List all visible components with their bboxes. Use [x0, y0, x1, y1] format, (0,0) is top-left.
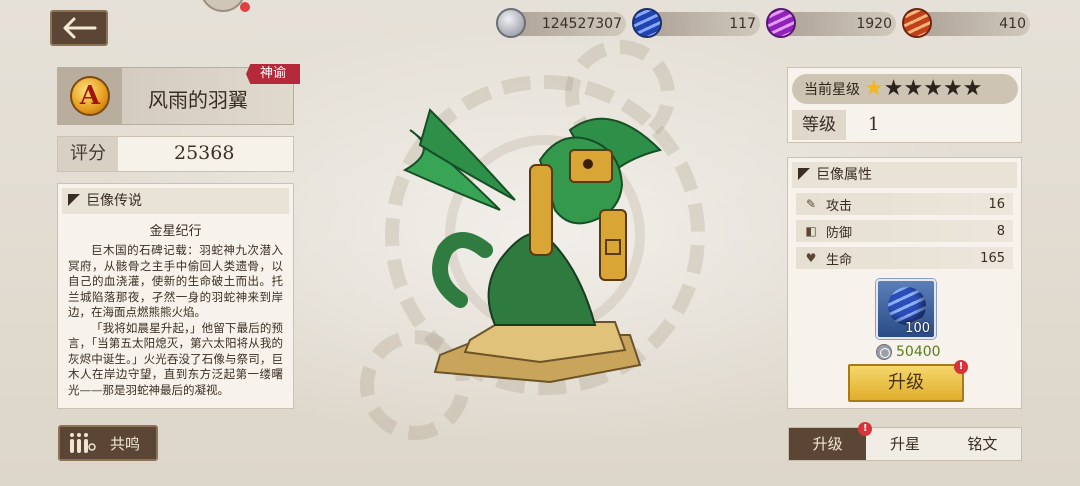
resource-purple-value: 1920	[856, 16, 892, 32]
back-button[interactable]	[50, 10, 108, 46]
blue-orb-icon	[888, 287, 926, 325]
upgrade-material-slot[interactable]: 100	[876, 279, 936, 339]
lore-panel[interactable]: 巨像传说 金星纪行 巨木国的石碑记载：羽蛇神九次潜入冥府，从骸骨之主手中偷回人类…	[57, 183, 294, 409]
rarity-tag: 神谕	[246, 64, 300, 84]
tab-inscription-label: 铭文	[967, 435, 998, 453]
score-label: 评分	[58, 137, 118, 171]
colossus-name-card: A 风雨的羽翼 神谕	[57, 64, 300, 125]
rank-emblem: A	[58, 68, 122, 124]
star-filled-icon: ★	[864, 76, 884, 101]
shield-icon: ◧	[805, 224, 817, 238]
resonance-icon	[70, 433, 96, 453]
lore-paragraph: 「我将如晨星升起，」他留下最后的预言，「当第五太阳熄灭，第六太阳将从我的灰烬中诞…	[68, 320, 283, 397]
silver-coin-icon	[876, 344, 892, 360]
star-rating: ★ ★ ★ ★ ★ ★	[864, 78, 982, 100]
tab-bar: 升级 ! 升星 铭文	[788, 422, 1022, 461]
star-empty-icon: ★	[903, 76, 924, 101]
attribute-value: 8	[996, 223, 1005, 239]
resource-silver-value: 124527307	[541, 16, 622, 32]
resource-silver: 124527307	[496, 8, 626, 38]
upgrade-cost: 50400	[876, 344, 941, 360]
star-level-row: 当前星级 ★ ★ ★ ★ ★ ★	[792, 74, 1018, 104]
score-card: 评分 25368	[57, 136, 294, 172]
resource-blue-value: 117	[729, 16, 756, 32]
tab-upgrade[interactable]: 升级 !	[789, 422, 873, 460]
attribute-row-attack: ✎ 攻击 16	[796, 193, 1013, 215]
resource-orange: 410	[902, 8, 1030, 38]
upgrade-alert-icon: !	[954, 360, 968, 374]
rank-letter: A	[70, 76, 110, 116]
attributes-header: 巨像属性	[792, 162, 1017, 188]
resource-blue: 117	[632, 8, 760, 38]
purple-orb-icon	[766, 8, 796, 38]
star-empty-icon: ★	[962, 76, 983, 101]
orange-orb-icon	[902, 8, 932, 38]
feathered-serpent-statue[interactable]	[390, 90, 690, 390]
back-arrow-icon	[63, 17, 97, 39]
star-level-label: 当前星级	[804, 82, 860, 98]
colossus-name: 风雨的羽翼	[148, 88, 248, 112]
resonance-label: 共鸣	[110, 434, 141, 453]
upgrade-cost-value: 50400	[896, 344, 941, 360]
lore-paragraph: 巨木国的石碑记载：羽蛇神九次潜入冥府，从骸骨之主手中偷回人类遗骨，以自己的血浇灌…	[68, 243, 283, 319]
star-empty-icon: ★	[883, 76, 904, 101]
level-row: 等级 1	[792, 110, 1018, 140]
attribute-row-defense: ◧ 防御 8	[796, 220, 1013, 242]
tab-star-up[interactable]: 升星	[866, 428, 943, 460]
upgrade-button[interactable]: 升级	[848, 364, 964, 402]
silver-coin-icon	[496, 8, 526, 38]
attribute-name: 攻击	[826, 198, 853, 214]
attribute-row-health: ♥ 生命 165	[796, 247, 1013, 269]
tab-inscription[interactable]: 铭文	[944, 428, 1021, 460]
blue-orb-icon	[632, 8, 662, 38]
lore-subtitle: 金星纪行	[149, 224, 202, 239]
lore-header: 巨像传说	[62, 188, 289, 214]
notification-dot	[240, 2, 250, 12]
attribute-value: 165	[980, 250, 1005, 266]
star-level-card: 当前星级 ★ ★ ★ ★ ★ ★ 等级 1	[787, 67, 1022, 143]
sword-icon: ✎	[805, 197, 817, 211]
attributes-panel: 巨像属性 ✎ 攻击 16 ◧ 防御 8 ♥ 生命 165 100 50400 升…	[787, 157, 1022, 409]
heart-icon: ♥	[805, 251, 817, 265]
star-empty-icon: ★	[923, 76, 943, 101]
tab-upgrade-label: 升级	[812, 435, 843, 453]
tab-star-up-label: 升星	[889, 435, 920, 453]
level-value: 1	[868, 114, 880, 135]
lore-text: 巨木国的石碑记载：羽蛇神九次潜入冥府，从骸骨之主手中偷回人类遗骨，以自己的血浇灌…	[58, 239, 293, 398]
attribute-name: 防御	[826, 225, 853, 241]
resonance-button[interactable]: 共鸣	[58, 425, 158, 461]
attribute-name: 生命	[826, 252, 853, 268]
level-label: 等级	[792, 110, 846, 140]
score-value: 25368	[174, 142, 235, 164]
star-empty-icon: ★	[942, 76, 963, 101]
resource-purple: 1920	[766, 8, 896, 38]
attribute-value: 16	[988, 196, 1005, 212]
material-count: 100	[905, 321, 930, 336]
resource-orange-value: 410	[999, 16, 1026, 32]
